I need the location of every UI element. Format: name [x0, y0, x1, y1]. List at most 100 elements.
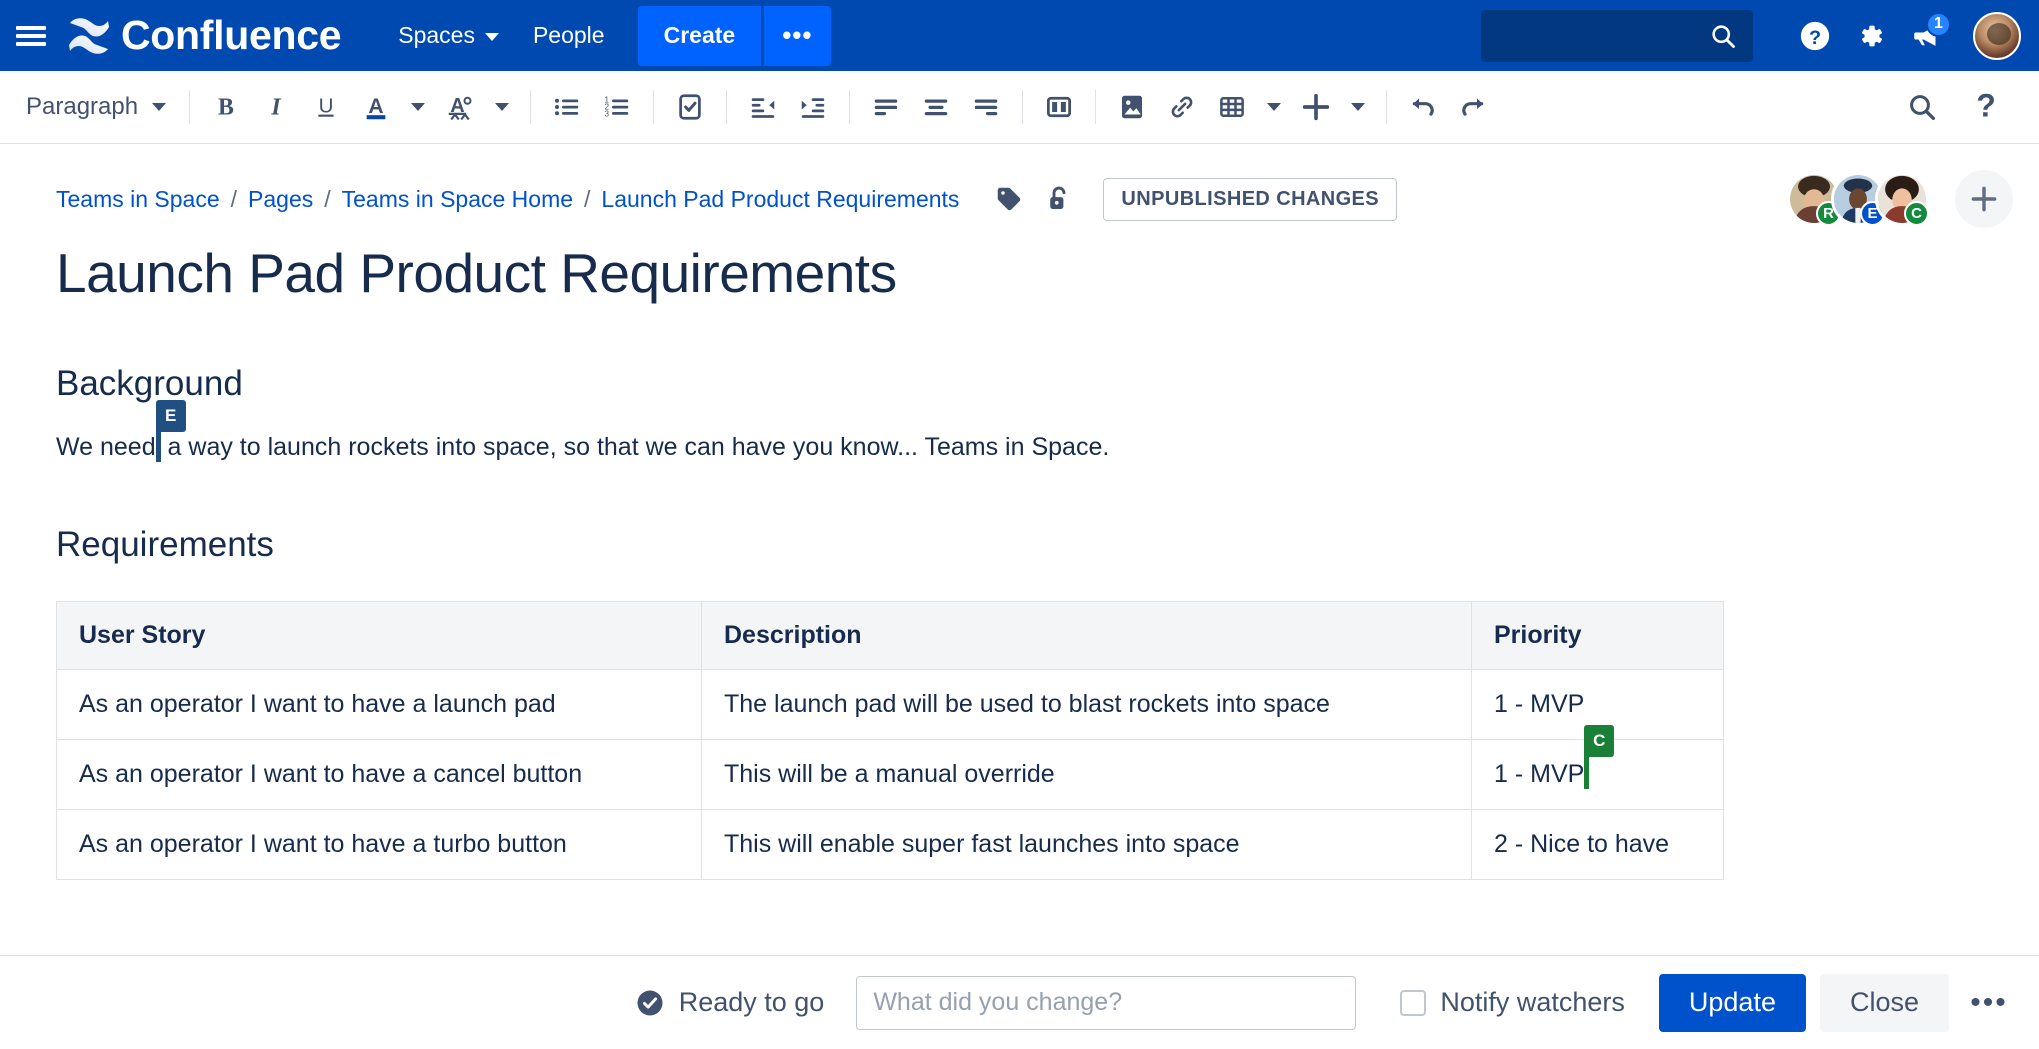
- help-circle-icon: ?: [1800, 21, 1830, 50]
- table-header-row: User Story Description Priority: [56, 600, 1724, 670]
- text-color-dropdown[interactable]: [401, 82, 435, 132]
- gear-icon: [1862, 25, 1882, 46]
- cell-user-story[interactable]: As an operator I want to have a launch p…: [56, 668, 702, 740]
- align-right-button[interactable]: [961, 82, 1011, 132]
- paragraph-style-dropdown[interactable]: Paragraph: [14, 83, 178, 131]
- breadcrumb-item-space[interactable]: Teams in Space: [56, 186, 220, 213]
- cell-user-story[interactable]: As an operator I want to have a cancel b…: [56, 738, 702, 810]
- numbered-list-button[interactable]: 1 2 3: [592, 82, 642, 132]
- add-collaborator-button[interactable]: [1955, 170, 2013, 228]
- svg-text:3: 3: [605, 109, 610, 118]
- text-style-dropdown[interactable]: [485, 82, 519, 132]
- section-heading-background[interactable]: Background: [56, 364, 1983, 404]
- breadcrumb-separator: /: [584, 185, 591, 212]
- notify-watchers-checkbox[interactable]: Notify watchers: [1400, 987, 1625, 1018]
- background-paragraph[interactable]: We need E a way to launch rockets into sp…: [56, 400, 1983, 467]
- change-comment-input[interactable]: [856, 975, 1357, 1030]
- bullet-list-button[interactable]: [542, 82, 592, 132]
- breadcrumb-item-pages[interactable]: Pages: [248, 186, 313, 213]
- toolbar-right-group: ?: [1897, 82, 2025, 132]
- page-title[interactable]: Launch Pad Product Requirements: [56, 240, 1983, 306]
- help-button[interactable]: ?: [1787, 8, 1843, 64]
- confluence-logo-icon: [68, 17, 110, 54]
- search-icon: [1712, 24, 1735, 48]
- divider: [1386, 90, 1388, 124]
- breadcrumb-item-current[interactable]: Launch Pad Product Requirements: [601, 186, 959, 213]
- paragraph-text-after-cursor: a way to launch rockets into space, so t…: [160, 433, 1110, 461]
- table-row[interactable]: As an operator I want to have a launch p…: [56, 668, 1724, 740]
- nav-item-spaces[interactable]: Spaces: [381, 0, 516, 71]
- insert-image-button[interactable]: [1107, 82, 1157, 132]
- undo-button[interactable]: [1398, 82, 1448, 132]
- confluence-logo[interactable]: Confluence: [68, 15, 342, 56]
- bold-button[interactable]: B: [201, 82, 251, 132]
- cell-description[interactable]: This will enable super fast launches int…: [701, 808, 1472, 880]
- task-list-button[interactable]: [665, 82, 715, 132]
- editor-help-button[interactable]: ?: [1961, 82, 2011, 132]
- collaborator-avatar[interactable]: C: [1875, 172, 1929, 226]
- requirements-table[interactable]: User Story Description Priority As an op…: [56, 600, 1724, 880]
- create-more-button[interactable]: •••: [764, 5, 831, 66]
- underline-button[interactable]: U: [301, 82, 351, 132]
- status-badge[interactable]: UNPUBLISHED CHANGES: [1103, 177, 1398, 221]
- insert-more-dropdown[interactable]: [1341, 82, 1375, 132]
- cell-user-story[interactable]: As an operator I want to have a turbo bu…: [56, 808, 702, 880]
- paragraph-style-label: Paragraph: [26, 93, 139, 120]
- align-left-button[interactable]: [861, 82, 911, 132]
- nav-item-spaces-label: Spaces: [398, 22, 475, 48]
- svg-text:?: ?: [1809, 26, 1821, 48]
- more-options-button[interactable]: •••: [1959, 973, 2019, 1032]
- nav-item-people[interactable]: People: [516, 0, 622, 71]
- restrictions-button[interactable]: [1037, 177, 1081, 221]
- labels-button[interactable]: [987, 177, 1031, 221]
- checkbox-box[interactable]: [1400, 989, 1427, 1016]
- notifications-button[interactable]: 1: [1899, 8, 1955, 64]
- column-header-priority[interactable]: Priority: [1471, 600, 1724, 670]
- cursor-caret: [1584, 752, 1590, 789]
- column-header-description[interactable]: Description: [701, 600, 1472, 670]
- outdent-button[interactable]: [738, 82, 788, 132]
- chevron-down-icon: [152, 103, 167, 111]
- text-style-button[interactable]: A: [435, 82, 485, 132]
- svg-text:A: A: [368, 95, 383, 118]
- document-body: Launch Pad Product Requirements Backgrou…: [0, 240, 2039, 880]
- insert-link-button[interactable]: [1157, 82, 1207, 132]
- redo-button[interactable]: [1448, 82, 1498, 132]
- cell-priority[interactable]: 1 - MVP C: [1471, 724, 1724, 810]
- insert-table-button[interactable]: [1207, 82, 1257, 132]
- update-button[interactable]: Update: [1658, 973, 1806, 1032]
- svg-text:B: B: [218, 95, 234, 121]
- align-center-button[interactable]: [911, 82, 961, 132]
- svg-text:?: ?: [1976, 90, 1996, 123]
- column-header-user-story[interactable]: User Story: [56, 600, 702, 670]
- avatar[interactable]: [1973, 11, 2021, 60]
- italic-button[interactable]: I: [251, 82, 301, 132]
- insert-more-button[interactable]: [1291, 82, 1341, 132]
- hamburger-icon[interactable]: [16, 24, 46, 48]
- insert-table-dropdown[interactable]: [1257, 82, 1291, 132]
- chevron-down-icon: [495, 103, 510, 111]
- collaborator-badge: C: [1904, 201, 1929, 226]
- page-layout-button[interactable]: [1034, 82, 1084, 132]
- divider: [849, 90, 851, 124]
- indent-button[interactable]: [788, 82, 838, 132]
- settings-button[interactable]: [1843, 8, 1899, 64]
- table-row[interactable]: As an operator I want to have a turbo bu…: [56, 808, 1724, 880]
- close-button[interactable]: Close: [1819, 973, 1949, 1032]
- chevron-down-icon: [1351, 103, 1366, 111]
- find-replace-button[interactable]: [1897, 82, 1947, 132]
- cell-description[interactable]: This will be a manual override: [701, 738, 1472, 810]
- divider: [1095, 90, 1097, 124]
- table-row[interactable]: As an operator I want to have a cancel b…: [56, 724, 1724, 810]
- cursor-label: E: [155, 400, 186, 432]
- section-heading-requirements[interactable]: Requirements: [56, 525, 1983, 565]
- create-button[interactable]: Create: [637, 5, 762, 66]
- search-input[interactable]: [1481, 9, 1753, 62]
- ready-to-go-status[interactable]: Ready to go: [635, 987, 824, 1018]
- divider: [653, 90, 655, 124]
- text-color-button[interactable]: A: [351, 82, 401, 132]
- breadcrumb: Teams in Space / Pages / Teams in Space …: [56, 186, 959, 213]
- cell-description[interactable]: The launch pad will be used to blast roc…: [701, 668, 1472, 740]
- cell-priority[interactable]: 2 - Nice to have: [1471, 808, 1724, 880]
- breadcrumb-item-home[interactable]: Teams in Space Home: [342, 186, 573, 213]
